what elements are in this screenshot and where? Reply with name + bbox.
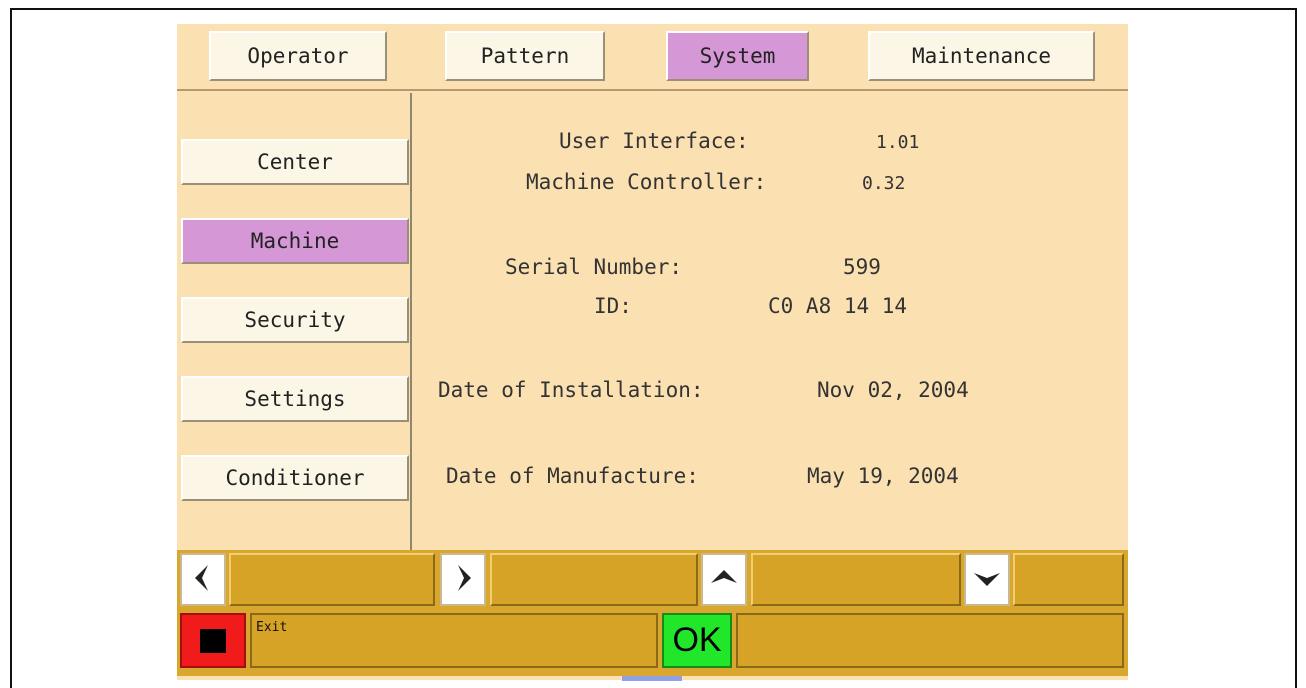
machine-controller-value: 0.32 <box>862 173 906 194</box>
user-interface-value: 1.01 <box>876 132 920 153</box>
sidebar-item-conditioner[interactable]: Conditioner <box>181 455 409 501</box>
user-interface-label: User Interface: <box>559 129 749 153</box>
status-field <box>736 613 1124 668</box>
id-value: C0 A8 14 14 <box>768 294 908 318</box>
id-label: ID: <box>594 294 632 318</box>
up-slot <box>751 553 961 606</box>
left-slot <box>229 553 435 606</box>
arrow-down-icon <box>972 567 1002 593</box>
manufacture-date-value: May 19, 2004 <box>807 464 959 488</box>
tab-system[interactable]: System <box>666 31 809 81</box>
sidebar-item-security[interactable]: Security <box>181 297 409 343</box>
arrow-left-icon <box>192 563 214 597</box>
sidebar-item-label: Center <box>257 150 333 174</box>
stop-icon <box>200 628 226 653</box>
installation-date-label: Date of Installation: <box>438 378 704 402</box>
tab-maintenance[interactable]: Maintenance <box>868 31 1095 81</box>
exit-label: Exit <box>256 620 288 635</box>
stop-button[interactable] <box>180 613 246 668</box>
arrow-right-icon <box>452 563 474 597</box>
right-arrow-button[interactable] <box>440 553 486 606</box>
tab-operator[interactable]: Operator <box>209 31 387 81</box>
sidebar-item-label: Security <box>244 308 346 332</box>
manufacture-date-label: Date of Manufacture: <box>446 464 699 488</box>
tab-label: Pattern <box>480 44 570 68</box>
down-arrow-button[interactable] <box>964 553 1010 606</box>
tab-label: Maintenance <box>911 44 1052 68</box>
down-slot <box>1013 553 1124 606</box>
tab-pattern[interactable]: Pattern <box>445 31 605 81</box>
serial-number-value: 599 <box>843 255 881 279</box>
serial-number-label: Serial Number: <box>505 255 683 279</box>
machine-controller-label: Machine Controller: <box>526 170 767 194</box>
exit-field[interactable]: Exit <box>250 613 658 668</box>
left-arrow-button[interactable] <box>180 553 226 606</box>
tab-label: System <box>699 44 776 68</box>
right-slot <box>490 553 698 606</box>
sidebar-item-label: Settings <box>244 387 346 411</box>
bottom-indicator <box>622 676 682 681</box>
sidebar-item-settings[interactable]: Settings <box>181 376 409 422</box>
tab-label: Operator <box>247 44 349 68</box>
arrow-up-icon <box>709 567 739 593</box>
sidebar-item-machine[interactable]: Machine <box>181 218 409 264</box>
ok-label: OK <box>672 621 722 659</box>
sidebar-item-center[interactable]: Center <box>181 139 409 185</box>
up-arrow-button[interactable] <box>701 553 747 606</box>
sidebar-item-label: Conditioner <box>225 466 365 490</box>
sidebar-item-label: Machine <box>250 229 340 253</box>
installation-date-value: Nov 02, 2004 <box>817 378 969 402</box>
ok-button[interactable]: OK <box>662 613 732 668</box>
